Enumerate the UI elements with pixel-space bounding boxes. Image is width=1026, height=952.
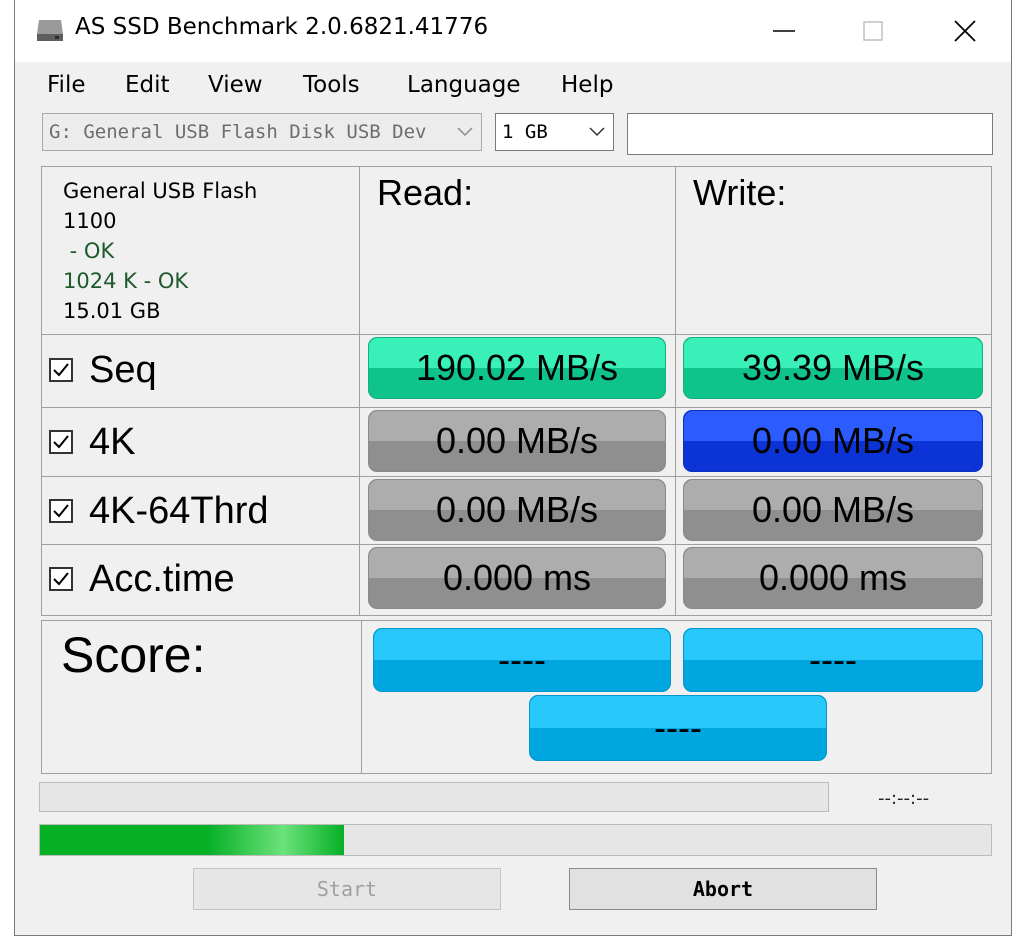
4k64-read-result: 0.00 MB/s — [368, 479, 666, 541]
acc-time-test-toggle[interactable]: Acc.time — [49, 549, 235, 609]
minimize-icon — [773, 30, 795, 32]
extra-text-field[interactable] — [627, 113, 993, 155]
4k-checkbox[interactable] — [49, 430, 73, 454]
title-bar: AS SSD Benchmark 2.0.6821.41776 — [15, 0, 1011, 62]
checkmark-icon — [53, 435, 69, 449]
drive-capacity: 15.01 GB — [63, 299, 161, 323]
read-column-header: Read: — [377, 172, 474, 213]
acc-time-read-result: 0.000 ms — [368, 547, 666, 609]
abort-button[interactable]: Abort — [569, 868, 877, 910]
4k64-label: 4K-64Thrd — [89, 489, 269, 532]
close-button[interactable] — [919, 0, 1011, 62]
drive-select-value: G: General USB Flash Disk USB Dev — [49, 121, 427, 143]
checkmark-icon — [53, 572, 69, 586]
checkmark-icon — [53, 504, 69, 518]
grid-divider — [41, 476, 992, 477]
grid-divider — [359, 166, 360, 616]
grid-divider — [675, 166, 676, 616]
score-label: Score: — [61, 627, 206, 683]
close-icon — [954, 20, 976, 42]
start-button[interactable]: Start — [193, 868, 501, 910]
total-score: ---- — [529, 695, 827, 761]
test-size-value: 1 GB — [502, 121, 548, 143]
read-score: ---- — [373, 628, 671, 692]
test-size-select[interactable]: 1 GB — [495, 113, 614, 151]
menu-file[interactable]: File — [47, 72, 86, 98]
4k64-checkbox[interactable] — [49, 499, 73, 523]
minimize-button[interactable] — [738, 0, 830, 62]
grid-divider — [361, 620, 362, 774]
menu-help[interactable]: Help — [561, 72, 613, 98]
grid-divider — [41, 407, 992, 408]
seq-label: Seq — [89, 348, 157, 391]
4k-label: 4K — [89, 420, 136, 463]
4k64-test-toggle[interactable]: 4K-64Thrd — [49, 481, 269, 541]
chevron-down-icon — [457, 127, 473, 137]
acc-time-label: Acc.time — [89, 557, 235, 600]
write-score: ---- — [683, 628, 983, 692]
checkmark-icon — [53, 363, 69, 377]
firmware-version: 1100 — [63, 209, 117, 233]
test-progress-bar — [39, 824, 992, 856]
maximize-icon — [863, 21, 883, 41]
menu-tools[interactable]: Tools — [303, 72, 360, 98]
4k-write-result: 0.00 MB/s — [683, 410, 983, 472]
menu-edit[interactable]: Edit — [125, 72, 170, 98]
drive-select[interactable]: G: General USB Flash Disk USB Dev — [42, 113, 482, 151]
device-name: General USB Flash — [63, 179, 258, 203]
4k-test-toggle[interactable]: 4K — [49, 412, 135, 472]
chevron-down-icon — [589, 127, 605, 137]
acc-time-checkbox[interactable] — [49, 567, 73, 591]
seq-write-result: 39.39 MB/s — [683, 337, 983, 399]
drive-app-icon — [35, 18, 65, 42]
app-window: AS SSD Benchmark 2.0.6821.41776 File Edi… — [14, 0, 1012, 936]
alignment-status: 1024 K - OK — [63, 269, 189, 293]
menu-view[interactable]: View — [208, 72, 263, 98]
4k64-write-result: 0.00 MB/s — [683, 479, 983, 541]
overall-progress-bar — [39, 782, 829, 812]
4k-read-result: 0.00 MB/s — [368, 410, 666, 472]
menu-bar: File Edit View Tools Language Help — [15, 66, 1011, 106]
seq-test-toggle[interactable]: Seq — [49, 340, 157, 400]
maximize-button[interactable] — [827, 0, 919, 62]
write-column-header: Write: — [693, 172, 787, 213]
grid-divider — [41, 544, 992, 545]
elapsed-time: --:--:-- — [878, 788, 930, 809]
window-title: AS SSD Benchmark 2.0.6821.41776 — [75, 14, 489, 40]
menu-language[interactable]: Language — [407, 72, 521, 98]
grid-divider — [41, 334, 992, 335]
seq-checkbox[interactable] — [49, 358, 73, 382]
seq-read-result: 190.02 MB/s — [368, 337, 666, 399]
drive-info-panel: General USB Flash 1100 - OK 1024 K - OK … — [63, 176, 257, 326]
driver-status: - OK — [63, 239, 115, 263]
acc-time-write-result: 0.000 ms — [683, 547, 983, 609]
